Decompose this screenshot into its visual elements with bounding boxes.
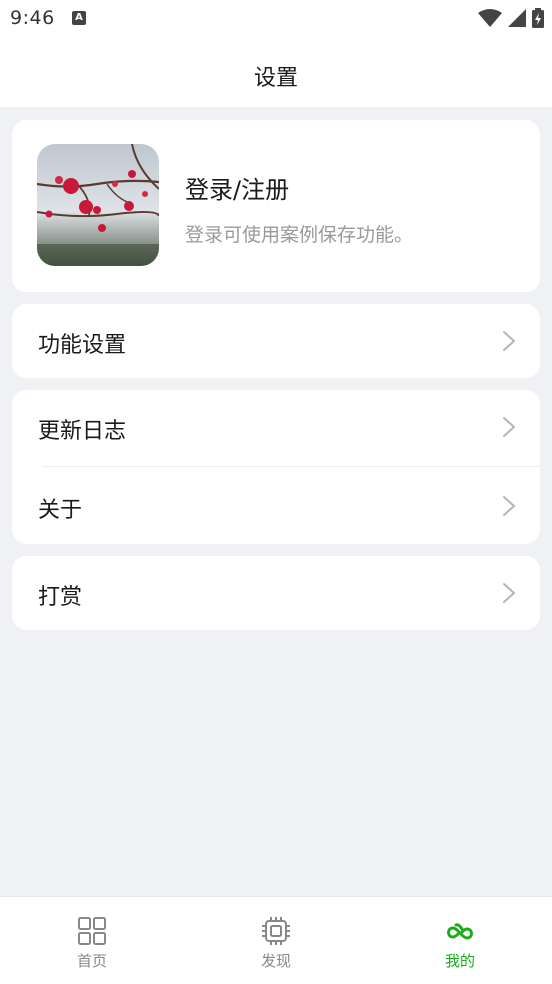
- login-hint: 登录可使用案例保存功能。: [185, 224, 414, 246]
- cloud-icon: [447, 923, 473, 940]
- battery-icon: [532, 8, 544, 28]
- plum-blossom-avatar: [37, 144, 159, 266]
- login-register-title[interactable]: 登录/注册: [185, 170, 289, 205]
- chevron-right-icon: [503, 331, 515, 351]
- app-header: 设置: [0, 40, 552, 107]
- bottom-tab-bar: 首页 发现 我的: [0, 896, 552, 984]
- tab-home[interactable]: 首页: [0, 897, 184, 984]
- about-label: 关于: [38, 498, 83, 523]
- info-card: 更新日志 关于: [12, 390, 540, 544]
- chevron-right-icon: [503, 583, 515, 603]
- feature-settings-label: 功能设置: [38, 333, 127, 358]
- tab-discover-label: 发现: [260, 952, 291, 970]
- donate-label: 打赏: [38, 585, 83, 610]
- a-notification-icon: A: [72, 11, 86, 25]
- feature-settings-row[interactable]: 功能设置: [12, 304, 540, 378]
- tab-discover[interactable]: 发现: [184, 897, 368, 984]
- status-icons: [478, 7, 544, 29]
- changelog-row[interactable]: 更新日志: [12, 390, 540, 466]
- feature-settings-card: 功能设置: [12, 304, 540, 378]
- about-row[interactable]: 关于: [12, 467, 540, 544]
- wifi-icon: [478, 9, 502, 27]
- chevron-right-icon: [503, 496, 515, 516]
- signal-icon: [508, 9, 526, 27]
- tab-home-label: 首页: [76, 952, 107, 970]
- page-title: 设置: [253, 66, 298, 91]
- donate-row[interactable]: 打赏: [12, 556, 540, 630]
- chevron-right-icon: [503, 417, 515, 437]
- tab-mine[interactable]: 我的: [368, 897, 552, 984]
- login-card[interactable]: 登录/注册 登录可使用案例保存功能。: [12, 120, 540, 292]
- grid-icon: [78, 917, 106, 945]
- status-bar: 9:46 A: [0, 0, 552, 40]
- donate-card: 打赏: [12, 556, 540, 630]
- changelog-label: 更新日志: [38, 419, 127, 444]
- status-time: 9:46: [10, 7, 55, 29]
- tab-mine-label: 我的: [444, 952, 475, 970]
- chip-icon: [262, 917, 290, 945]
